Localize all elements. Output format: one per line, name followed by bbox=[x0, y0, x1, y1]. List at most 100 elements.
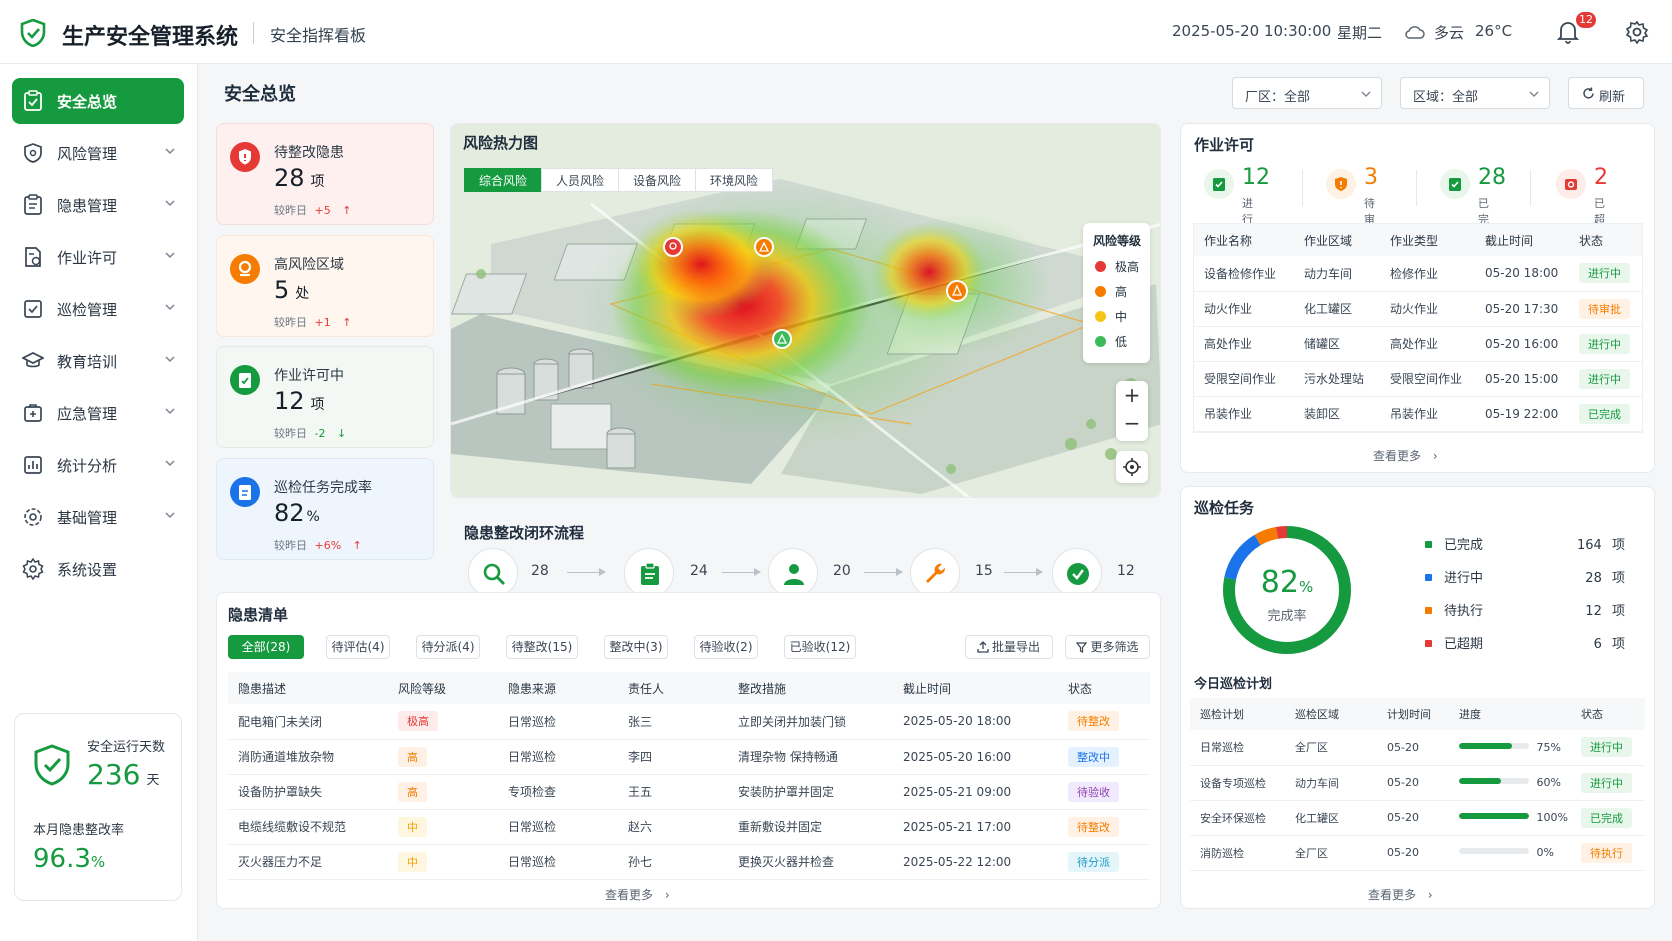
filter-pending-assign[interactable]: 待分派(4) bbox=[416, 635, 480, 659]
table-row[interactable]: 设备防护罩缺失 高 专项检查 王五 安装防护罩并固定 2025-05-21 09… bbox=[228, 774, 1150, 810]
progress-bar bbox=[1459, 813, 1529, 819]
hazard-measure: 立即关闭并加装门锁 bbox=[728, 704, 893, 740]
status-cell: 已完成 bbox=[1569, 396, 1642, 432]
kpi-value: 82 bbox=[274, 499, 305, 527]
kpi-unit: 项 bbox=[310, 174, 325, 190]
filter-icon bbox=[1076, 642, 1087, 653]
sidebar-item-basic[interactable]: 基础管理 bbox=[12, 494, 184, 540]
crosshair-icon bbox=[1123, 458, 1141, 476]
sidebar-item-risk[interactable]: 风险管理 bbox=[12, 130, 184, 176]
table-row[interactable]: 灭火器压力不足 中 日常巡检 孙七 更换灭火器并检查 2025-05-22 12… bbox=[228, 844, 1150, 880]
table-row[interactable]: 电缆线缆敷设不规范 中 日常巡检 赵六 重新敷设并固定 2025-05-21 1… bbox=[228, 809, 1150, 845]
patrol-plan-title: 今日巡检计划 bbox=[1194, 677, 1273, 692]
patrol-legend-item: 已超期 6 项 bbox=[1425, 633, 1625, 652]
flow-step-count: 28 bbox=[531, 563, 549, 579]
hazard-view-more-link[interactable]: 查看更多 › bbox=[605, 886, 670, 903]
area-select[interactable]: 区域：全部 bbox=[1400, 77, 1550, 109]
kpi-card-pending-hazards[interactable]: 待整改隐患 28 项 较昨日 +5 ↑ bbox=[216, 123, 434, 225]
tab-composite-risk[interactable]: 综合风险 bbox=[464, 168, 543, 192]
kpi-compare-label: 较昨日 bbox=[274, 427, 307, 440]
kpi-unit: 处 bbox=[295, 286, 310, 302]
status-badge: 已完成 bbox=[1581, 807, 1632, 828]
status-cell: 已完成 bbox=[1571, 800, 1645, 836]
locate-button[interactable] bbox=[1116, 451, 1148, 483]
sidebar-item-hazard[interactable]: 隐患管理 bbox=[12, 182, 184, 228]
permit-name: 高处作业 bbox=[1194, 326, 1294, 362]
table-row[interactable]: 日常巡检 全厂区 05-20 75% 进行中 bbox=[1190, 730, 1645, 766]
progress-cell: 100% bbox=[1449, 800, 1571, 836]
table-row[interactable]: 吊装作业 装卸区 吊装作业 05-19 22:00 已完成 bbox=[1194, 396, 1642, 432]
hazard-owner: 张三 bbox=[618, 704, 728, 740]
table-row[interactable]: 高处作业 储罐区 高处作业 05-20 16:00 进行中 bbox=[1194, 326, 1642, 362]
sidebar-item-training[interactable]: 教育培训 bbox=[12, 338, 184, 384]
table-row[interactable]: 配电箱门未关闭 极高 日常巡检 张三 立即关闭并加装门锁 2025-05-20 … bbox=[228, 704, 1150, 740]
progress-bar bbox=[1459, 778, 1529, 784]
kpi-card-active-permits[interactable]: 作业许可中 12 项 较昨日 -2 ↓ bbox=[216, 346, 434, 448]
filter-rectifying[interactable]: 整改中(3) bbox=[604, 635, 668, 659]
filter-accepted[interactable]: 已验收(12) bbox=[784, 635, 856, 659]
filter-all[interactable]: 全部(28) bbox=[228, 635, 304, 659]
bell-icon[interactable] bbox=[1557, 20, 1579, 44]
column-header: 作业区域 bbox=[1294, 224, 1380, 256]
flow-step-assign[interactable] bbox=[768, 548, 818, 598]
sidebar-item-permit[interactable]: 作业许可 bbox=[12, 234, 184, 280]
status-cell: 待整改 bbox=[1058, 809, 1150, 845]
kpi-unit: 项 bbox=[310, 397, 325, 413]
permit-stat-value: 28 bbox=[1478, 165, 1506, 190]
status-badge: 进行中 bbox=[1581, 737, 1632, 758]
flow-step-discover[interactable] bbox=[468, 548, 518, 598]
table-row[interactable]: 安全环保巡检 化工罐区 05-20 100% 已完成 bbox=[1190, 800, 1645, 836]
column-header: 隐患描述 bbox=[228, 672, 388, 704]
sidebar-item-system[interactable]: 系统设置 bbox=[12, 546, 184, 592]
tab-equipment-risk[interactable]: 设备风险 bbox=[618, 168, 697, 192]
hazard-table: 隐患描述 风险等级 隐患来源 责任人 整改措施 截止时间 状态 配电箱门未关闭 … bbox=[228, 672, 1150, 880]
kpi-card-high-risk-areas[interactable]: 高风险区域 5处 较昨日 +1 ↑ bbox=[216, 235, 434, 337]
flow-title: 隐患整改闭环流程 bbox=[464, 524, 585, 542]
sidebar-item-label: 应急管理 bbox=[57, 405, 118, 423]
table-row[interactable]: 设备检修作业 动力车间 检修作业 05-20 18:00 进行中 bbox=[1194, 256, 1642, 292]
legend-label: 极高 bbox=[1115, 260, 1140, 274]
patrol-view-more-link[interactable]: 查看更多 › bbox=[1368, 886, 1433, 903]
status-badge: 待审批 bbox=[1579, 298, 1630, 319]
more-filter-button[interactable]: 更多筛选 bbox=[1065, 635, 1150, 659]
flow-step-accept[interactable] bbox=[1052, 548, 1102, 598]
patrol-plan-table: 巡检计划 巡检区域 计划时间 进度 状态 日常巡检 全厂区 05-20 75% 进行中… bbox=[1190, 698, 1645, 871]
flow-step-count: 24 bbox=[690, 563, 708, 579]
hazard-deadline: 2025-05-20 18:00 bbox=[893, 704, 1058, 740]
trend-up-icon: ↑ bbox=[352, 539, 362, 552]
system-name: 生产安全管理系统 bbox=[62, 25, 239, 50]
filter-pending-accept[interactable]: 待验收(2) bbox=[694, 635, 758, 659]
kpi-label: 巡检任务完成率 bbox=[274, 480, 372, 496]
filter-pending-rectify[interactable]: 待整改(15) bbox=[506, 635, 578, 659]
table-row[interactable]: 动火作业 化工罐区 动火作业 05-20 17:30 待审批 bbox=[1194, 291, 1642, 327]
table-row[interactable]: 受限空间作业 污水处理站 受限空间作业 05-20 15:00 进行中 bbox=[1194, 361, 1642, 397]
permit-type: 受限空间作业 bbox=[1380, 361, 1475, 397]
permit-stat-value: 12 bbox=[1242, 165, 1270, 190]
zoom-in-button[interactable]: + bbox=[1116, 381, 1148, 409]
view-more-label: 查看更多 bbox=[605, 888, 654, 902]
kpi-card-inspection-rate[interactable]: 巡检任务完成率 82% 较昨日 +6% ↑ bbox=[216, 458, 434, 560]
flow-step-assess[interactable] bbox=[624, 548, 674, 598]
sidebar-item-emergency[interactable]: 应急管理 bbox=[12, 390, 184, 436]
table-row[interactable]: 消防通道堆放杂物 高 日常巡检 李四 清理杂物 保持畅通 2025-05-20 … bbox=[228, 739, 1150, 775]
flow-step-rectify[interactable] bbox=[910, 548, 960, 598]
hazard-desc: 电缆线缆敷设不规范 bbox=[228, 809, 388, 845]
permit-type: 检修作业 bbox=[1380, 256, 1475, 292]
refresh-button[interactable]: 刷新 bbox=[1568, 77, 1644, 109]
zoom-out-button[interactable]: − bbox=[1116, 409, 1148, 437]
factory-select[interactable]: 厂区：全部 bbox=[1232, 77, 1382, 109]
chevron-down-icon bbox=[165, 512, 175, 519]
tab-environment-risk[interactable]: 环境风险 bbox=[695, 168, 774, 192]
sidebar-item-overview[interactable]: 安全总览 bbox=[12, 78, 184, 124]
gear-icon[interactable] bbox=[1625, 20, 1649, 44]
permit-view-more-link[interactable]: 查看更多 › bbox=[1373, 447, 1438, 464]
tab-personnel-risk[interactable]: 人员风险 bbox=[541, 168, 620, 192]
table-row[interactable]: 设备专项巡检 动力车间 05-20 60% 进行中 bbox=[1190, 765, 1645, 801]
rectify-rate-label: 本月隐患整改率 bbox=[33, 823, 125, 838]
sidebar-item-inspection[interactable]: 巡检管理 bbox=[12, 286, 184, 332]
sidebar-item-statistics[interactable]: 统计分析 bbox=[12, 442, 184, 488]
filter-pending-assess[interactable]: 待评估(4) bbox=[326, 635, 390, 659]
column-header: 截止时间 bbox=[893, 672, 1058, 704]
table-row[interactable]: 消防巡检 全厂区 05-20 0% 待执行 bbox=[1190, 835, 1645, 871]
batch-export-button[interactable]: 批量导出 bbox=[965, 635, 1053, 659]
